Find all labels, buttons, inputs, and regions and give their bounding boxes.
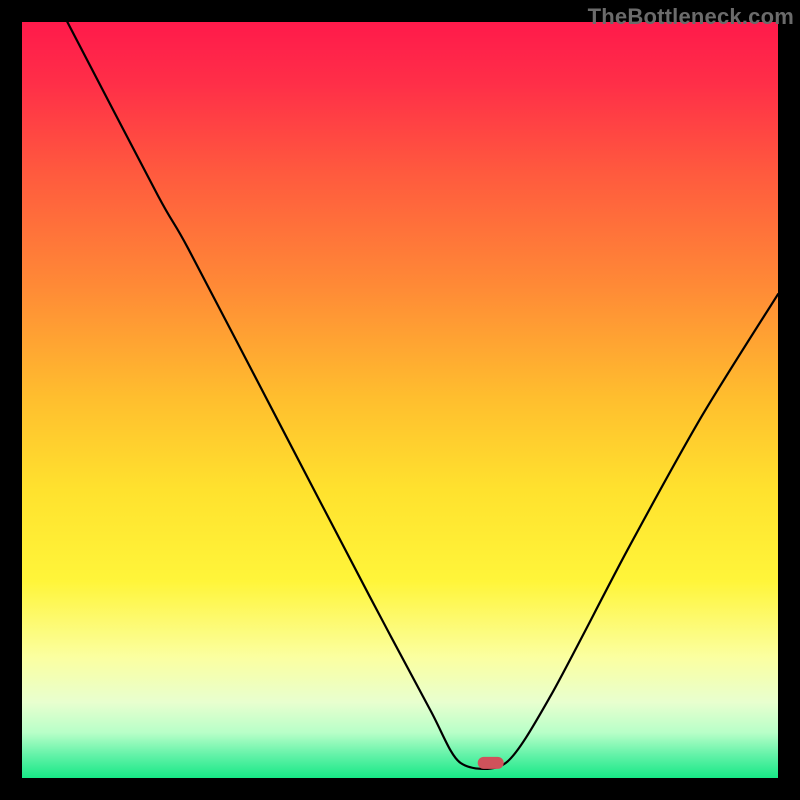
chart-svg	[0, 0, 800, 800]
chart-marker	[478, 757, 504, 769]
chart-container: TheBottleneck.com	[0, 0, 800, 800]
chart-background	[22, 22, 778, 778]
watermark-label: TheBottleneck.com	[588, 4, 794, 30]
